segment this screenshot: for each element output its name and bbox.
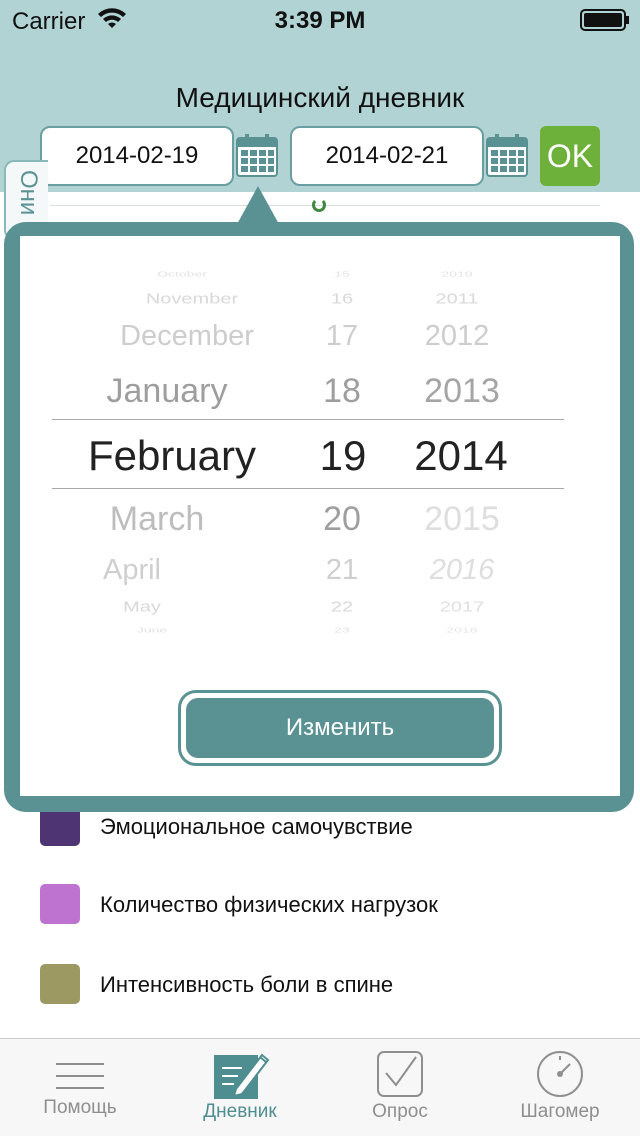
picker-day[interactable]: 18 — [312, 372, 372, 411]
picker-day[interactable]: 16 — [312, 291, 372, 308]
legend-label: Эмоциональное самочувствие — [100, 814, 413, 839]
picker-month[interactable]: December — [92, 320, 282, 353]
picker-year[interactable]: 2013 — [412, 372, 512, 411]
tab-label: Дневник — [203, 1101, 277, 1122]
picker-month[interactable]: May — [92, 599, 192, 616]
picker-day[interactable]: 20 — [312, 500, 372, 539]
tab-label: Помощь — [43, 1097, 117, 1118]
side-tab-label: Они — [15, 170, 42, 216]
tab-pedometer[interactable]: Шагомер — [480, 1039, 640, 1136]
legend-swatch — [40, 806, 80, 846]
picker-day[interactable]: 15 — [312, 270, 372, 278]
popover-arrow — [236, 186, 280, 226]
start-date-field[interactable]: 2014-02-19 — [40, 126, 234, 186]
tab-label: Шагомер — [520, 1101, 600, 1122]
picker-month[interactable]: April — [82, 554, 182, 587]
gauge-icon — [537, 1051, 583, 1097]
picker-year[interactable]: 2010 — [412, 270, 502, 278]
status-bar: Carrier 3:39 PM — [0, 0, 640, 40]
ok-button[interactable]: OK — [540, 126, 600, 186]
chart-marker — [312, 198, 326, 212]
legend-label: Количество физических нагрузок — [100, 892, 438, 917]
tab-help[interactable]: Помощь — [0, 1039, 160, 1136]
tab-survey[interactable]: Опрос — [320, 1039, 480, 1136]
picker-day[interactable]: 23 — [312, 626, 372, 634]
picker-year[interactable]: 2011 — [412, 291, 502, 308]
picker-month-selected[interactable]: February — [82, 432, 262, 480]
end-date-field[interactable]: 2014-02-21 — [290, 126, 484, 186]
picker-selection-bottom-line — [52, 488, 564, 489]
picker-month[interactable]: October — [112, 270, 252, 278]
picker-day[interactable]: 17 — [312, 320, 372, 353]
notebook-pen-icon — [214, 1053, 270, 1099]
legend-label: Интенсивность боли в спине — [100, 972, 394, 997]
picker-year[interactable]: 2016 — [412, 554, 512, 587]
picker-month[interactable]: January — [92, 372, 242, 411]
picker-year[interactable]: 2012 — [412, 320, 502, 353]
picker-month[interactable]: November — [102, 291, 282, 308]
picker-year[interactable]: 2017 — [412, 599, 512, 616]
picker-year-selected[interactable]: 2014 — [408, 432, 514, 480]
picker-day[interactable]: 21 — [312, 554, 372, 587]
legend-swatch — [40, 964, 80, 1004]
tab-bar: Помощь Дневник Опрос Шагомер — [0, 1038, 640, 1136]
end-calendar-icon[interactable] — [486, 134, 528, 178]
page-title: Медицинский дневник — [175, 82, 465, 113]
picker-month[interactable]: March — [82, 500, 232, 539]
picker-year[interactable]: 2015 — [412, 500, 512, 539]
picker-month[interactable]: June — [102, 626, 202, 634]
picker-year[interactable]: 2018 — [412, 626, 512, 634]
picker-selection-top-line — [52, 419, 564, 420]
menu-lines-icon — [56, 1063, 104, 1089]
date-picker[interactable]: October November December January Februa… — [52, 250, 564, 640]
tab-diary[interactable]: Дневник — [160, 1039, 320, 1136]
battery-icon — [580, 9, 629, 31]
picker-day-selected[interactable]: 19 — [310, 432, 376, 480]
picker-day[interactable]: 22 — [312, 599, 372, 616]
tab-label: Опрос — [372, 1101, 428, 1122]
start-calendar-icon[interactable] — [236, 134, 278, 178]
checkbox-icon — [377, 1051, 423, 1097]
change-button[interactable]: Изменить — [186, 698, 494, 758]
clock: 3:39 PM — [274, 7, 366, 34]
legend-swatch — [40, 884, 80, 924]
